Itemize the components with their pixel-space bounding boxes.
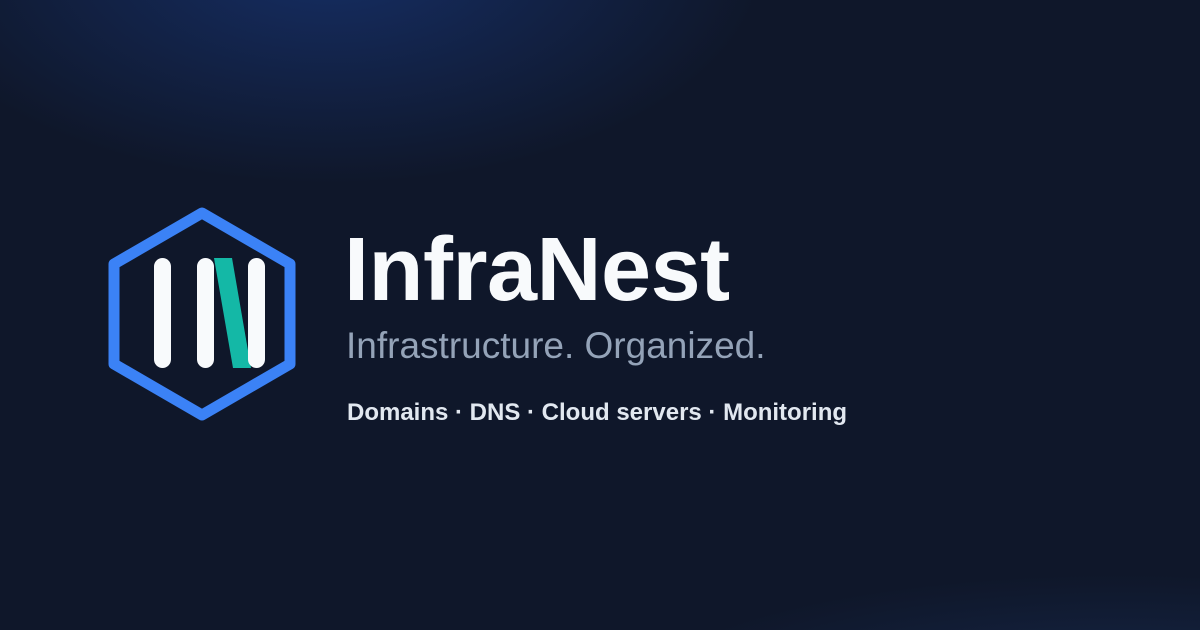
- logo-bar-right: [248, 258, 265, 368]
- brand-tagline: Infrastructure. Organized.: [346, 325, 766, 366]
- feature-list: Domains · DNS · Cloud servers · Monitori…: [347, 399, 848, 426]
- brand-logo: [108, 207, 296, 421]
- logo-accent-diagonal: [214, 258, 251, 368]
- logo-bar-left: [154, 258, 171, 368]
- brand-block: InfraNest Infrastructure. Organized. Dom…: [344, 220, 1164, 428]
- brand-name: InfraNest: [344, 220, 730, 320]
- logo-bar-middle: [197, 258, 214, 368]
- hexagon-in-monogram-icon: [108, 207, 296, 421]
